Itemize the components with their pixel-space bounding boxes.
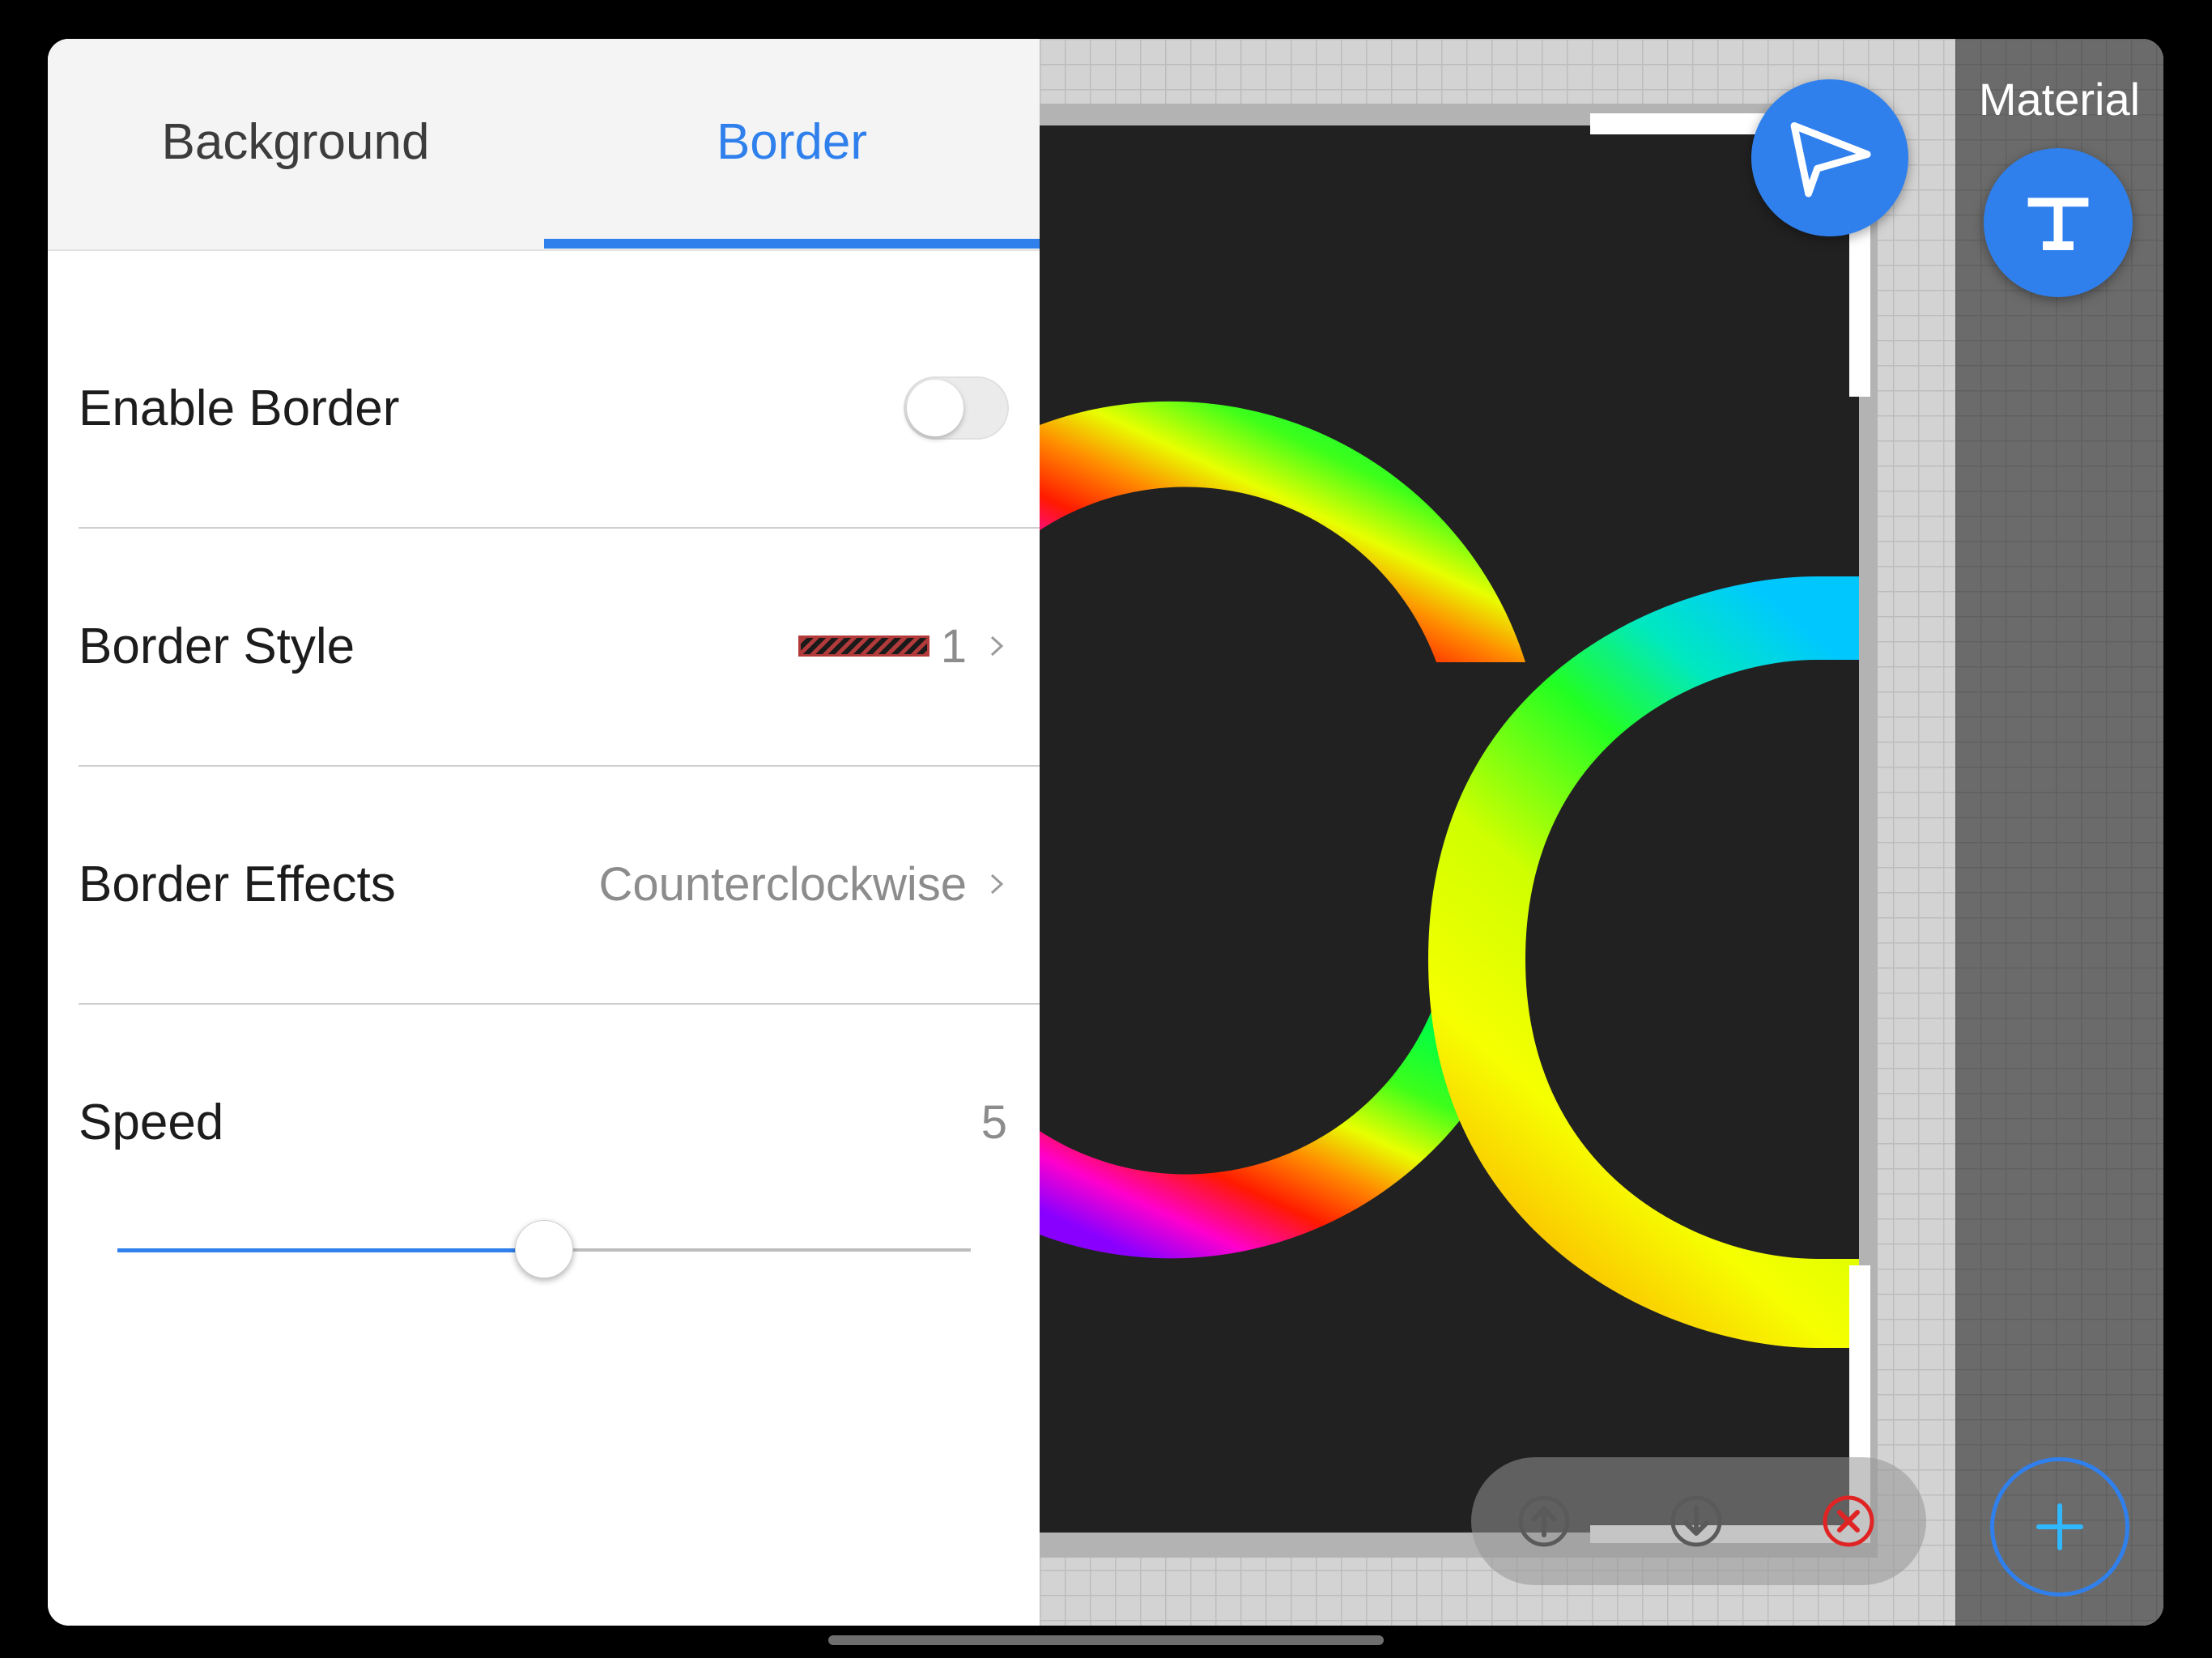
text-t-icon	[2027, 198, 2089, 251]
speed-label: Speed	[79, 1094, 224, 1150]
enable-border-row: Enable Border	[79, 289, 1040, 529]
material-label[interactable]: Material	[1955, 73, 2163, 125]
border-effects-value: Counterclockwise	[598, 765, 1007, 1003]
speed-value: 5	[981, 1095, 1007, 1149]
paper-plane-icon	[1790, 122, 1871, 198]
plus-icon	[2036, 1503, 2083, 1550]
text-tool-button[interactable]	[1984, 148, 2133, 297]
active-tab-indicator	[544, 239, 1040, 249]
arrow-up-circle-icon	[1518, 1495, 1570, 1547]
chevron-right-icon	[990, 874, 1004, 895]
enable-border-label: Enable Border	[79, 380, 400, 436]
enable-border-toggle[interactable]	[904, 376, 1009, 440]
toggle-knob	[907, 380, 963, 436]
app-screen: Material Background Border Enable Border…	[48, 39, 2163, 1626]
led-glyph-o	[1428, 576, 1859, 1348]
arrow-down-circle-icon	[1670, 1495, 1722, 1547]
led-glyph-c	[1040, 401, 1525, 662]
border-effects-label: Border Effects	[79, 856, 396, 912]
speed-slider-fill	[117, 1248, 544, 1252]
border-style-value: 1	[798, 527, 1007, 765]
layer-toolbar	[1471, 1457, 1926, 1585]
send-button[interactable]	[1751, 79, 1908, 236]
tab-background[interactable]: Background	[48, 39, 543, 244]
led-text-preview	[1040, 401, 1859, 1348]
led-screen[interactable]	[1040, 125, 1859, 1533]
speed-slider-thumb[interactable]	[515, 1220, 573, 1278]
border-style-label: Border Style	[79, 618, 355, 674]
chevron-right-icon	[990, 636, 1004, 657]
border-effects-text: Counterclockwise	[598, 857, 967, 911]
add-material-button[interactable]	[1990, 1457, 2129, 1596]
border-style-number: 1	[940, 619, 967, 673]
tab-bar: Background Border	[48, 39, 1040, 251]
border-style-row[interactable]: Border Style 1	[79, 527, 1040, 767]
border-style-swatch	[798, 636, 929, 657]
speed-row: Speed 5	[79, 1003, 1040, 1241]
border-effects-row[interactable]: Border Effects Counterclockwise	[79, 765, 1040, 1005]
move-up-button[interactable]	[1517, 1494, 1571, 1548]
delete-layer-button[interactable]	[1822, 1494, 1875, 1548]
home-indicator[interactable]	[828, 1635, 1384, 1645]
border-settings-panel: Background Border Enable Border Border S…	[48, 39, 1040, 1626]
tab-border[interactable]: Border	[544, 39, 1040, 244]
speed-slider[interactable]	[117, 1220, 971, 1278]
move-down-button[interactable]	[1670, 1494, 1723, 1548]
close-circle-icon	[1823, 1495, 1874, 1547]
